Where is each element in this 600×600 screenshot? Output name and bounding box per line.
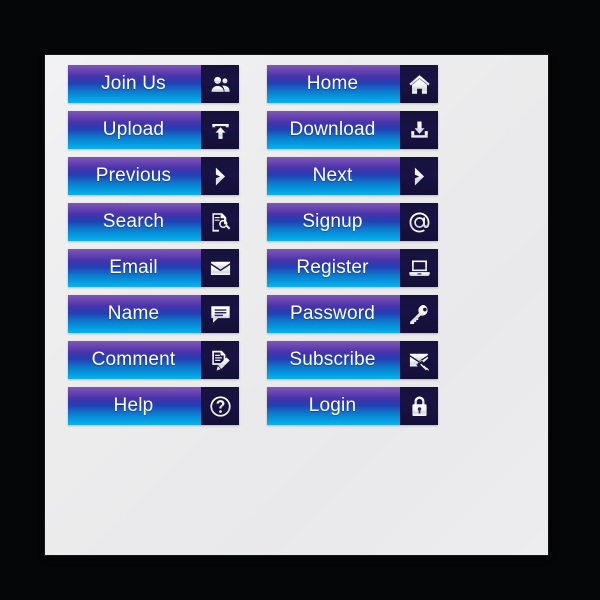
button-label: Signup bbox=[302, 211, 363, 232]
button-label: Password bbox=[289, 303, 376, 324]
chevron-right-icon bbox=[201, 157, 239, 195]
users-icon bbox=[201, 65, 239, 103]
chevron-right-icon bbox=[400, 157, 438, 195]
button-label: Email bbox=[109, 257, 158, 278]
button-label: Download bbox=[289, 119, 376, 140]
button-home[interactable]: Home bbox=[267, 65, 438, 103]
button-grid: Join Us Upload Previous Search Email Nam… bbox=[68, 65, 438, 425]
button-join-us[interactable]: Join Us bbox=[68, 65, 239, 103]
button-label: Join Us bbox=[101, 73, 166, 94]
button-column-left: Join Us Upload Previous Search Email Nam… bbox=[68, 65, 239, 425]
button-label: Previous bbox=[95, 165, 172, 186]
button-label: Register bbox=[296, 257, 369, 278]
upload-icon bbox=[201, 111, 239, 149]
at-sign-icon bbox=[400, 203, 438, 241]
button-label: Comment bbox=[91, 349, 176, 370]
envelope-icon bbox=[201, 249, 239, 287]
envelope-plug-icon bbox=[400, 341, 438, 379]
button-subscribe[interactable]: Subscribe bbox=[267, 341, 438, 379]
button-search[interactable]: Search bbox=[68, 203, 239, 241]
button-column-right: Home Download Next Signup Register Passw… bbox=[267, 65, 438, 425]
document-search-icon bbox=[201, 203, 239, 241]
button-name[interactable]: Name bbox=[68, 295, 239, 333]
button-label: Login bbox=[308, 395, 357, 416]
button-login[interactable]: Login bbox=[267, 387, 438, 425]
button-label: Name bbox=[107, 303, 160, 324]
house-icon bbox=[400, 65, 438, 103]
document-pencil-icon bbox=[201, 341, 239, 379]
button-help[interactable]: Help bbox=[68, 387, 239, 425]
button-label: Subscribe bbox=[289, 349, 376, 370]
button-next[interactable]: Next bbox=[267, 157, 438, 195]
laptop-icon bbox=[400, 249, 438, 287]
question-circle-icon bbox=[201, 387, 239, 425]
button-comment[interactable]: Comment bbox=[68, 341, 239, 379]
key-icon bbox=[400, 295, 438, 333]
button-label: Search bbox=[102, 211, 165, 232]
button-previous[interactable]: Previous bbox=[68, 157, 239, 195]
button-register[interactable]: Register bbox=[267, 249, 438, 287]
button-password[interactable]: Password bbox=[267, 295, 438, 333]
download-icon bbox=[400, 111, 438, 149]
button-signup[interactable]: Signup bbox=[267, 203, 438, 241]
button-label: Next bbox=[312, 165, 353, 186]
button-label: Help bbox=[113, 395, 154, 416]
button-label: Home bbox=[306, 73, 359, 94]
button-upload[interactable]: Upload bbox=[68, 111, 239, 149]
screenshot-stage: Join Us Upload Previous Search Email Nam… bbox=[0, 0, 600, 600]
button-download[interactable]: Download bbox=[267, 111, 438, 149]
padlock-icon bbox=[400, 387, 438, 425]
button-email[interactable]: Email bbox=[68, 249, 239, 287]
button-label: Upload bbox=[102, 119, 165, 140]
speech-bubble-icon bbox=[201, 295, 239, 333]
